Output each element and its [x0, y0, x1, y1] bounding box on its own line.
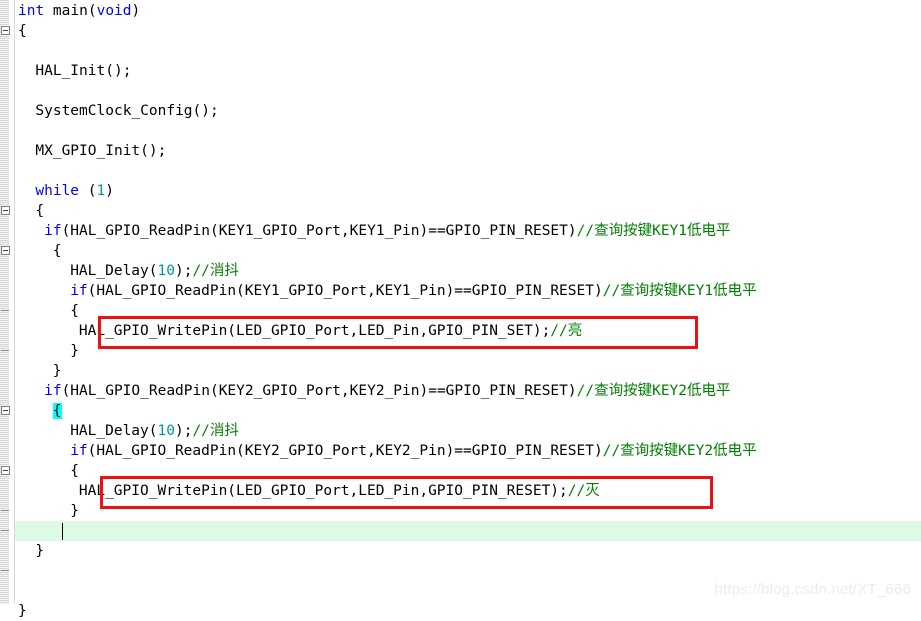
- code-token-plain: }: [70, 343, 79, 359]
- matching-brace-highlight: {: [52, 403, 62, 419]
- code-token-plain: HAL_GPIO_WritePin(LED_GPIO_Port,LED_Pin,…: [78, 483, 568, 499]
- code-line[interactable]: {: [53, 241, 62, 261]
- code-token-plain: {: [70, 303, 79, 319]
- fold-guide-icon: [1, 530, 9, 531]
- code-line[interactable]: {: [70, 301, 79, 321]
- code-line[interactable]: {: [70, 461, 79, 481]
- code-token-plain: );: [174, 263, 193, 279]
- code-token-plain: ): [105, 183, 114, 199]
- code-token-cmt: //灭: [567, 483, 600, 499]
- fold-guide-icon: [1, 510, 9, 511]
- fold-guide-icon: [1, 350, 9, 351]
- code-token-plain: (HAL_GPIO_ReadPin(KEY2_GPIO_Port,KEY2_Pi…: [61, 383, 577, 399]
- fold-guide-icon: [1, 310, 9, 311]
- code-editor[interactable]: int main(void) { HAL_Init(); SystemClock_Co…: [0, 0, 921, 619]
- current-line-highlight: [15, 521, 921, 541]
- fold-collapse-icon[interactable]: [1, 26, 10, 35]
- code-token-plain: }: [18, 603, 27, 619]
- code-token-plain: ): [131, 3, 141, 19]
- code-line[interactable]: }: [53, 361, 62, 381]
- code-token-plain: {: [35, 203, 45, 219]
- code-line[interactable]: }: [70, 341, 79, 361]
- code-token-kw: if: [70, 443, 88, 459]
- code-token-plain: (HAL_GPIO_ReadPin(KEY2_GPIO_Port,KEY2_Pi…: [87, 443, 603, 459]
- code-token-kw: while: [35, 183, 80, 199]
- fold-collapse-icon[interactable]: [1, 246, 10, 255]
- code-line[interactable]: if(HAL_GPIO_ReadPin(KEY1_GPIO_Port,KEY1_…: [70, 281, 756, 301]
- code-line[interactable]: }: [70, 501, 79, 521]
- code-line[interactable]: if(HAL_GPIO_ReadPin(KEY2_GPIO_Port,KEY2_…: [70, 441, 756, 461]
- code-line[interactable]: if(HAL_GPIO_ReadPin(KEY2_GPIO_Port,KEY2_…: [44, 381, 730, 401]
- code-token-plain: (HAL_GPIO_ReadPin(KEY1_GPIO_Port,KEY1_Pi…: [61, 223, 577, 239]
- code-token-plain: }: [52, 363, 62, 379]
- code-token-cmt: //查询按键KEY2低电平: [576, 383, 731, 399]
- code-token-plain: {: [52, 243, 62, 259]
- code-token-cmt: //查询按键KEY1低电平: [576, 223, 731, 239]
- code-token-cmt: //消抖: [192, 423, 239, 439]
- code-line[interactable]: HAL_Delay(10);//消抖: [70, 261, 239, 281]
- code-line[interactable]: if(HAL_GPIO_ReadPin(KEY1_GPIO_Port,KEY1_…: [44, 221, 730, 241]
- code-token-plain: (HAL_GPIO_ReadPin(KEY1_GPIO_Port,KEY1_Pi…: [87, 283, 603, 299]
- code-token-num: 10: [157, 263, 175, 279]
- code-token-num: 1: [96, 183, 106, 199]
- text-caret: [61, 523, 63, 540]
- code-token-kw: if: [44, 223, 62, 239]
- code-line[interactable]: }: [35, 541, 44, 561]
- code-token-plain: (: [79, 183, 97, 199]
- code-token-kw: if: [70, 283, 88, 299]
- code-token-plain: }: [35, 543, 45, 559]
- code-line[interactable]: {: [52, 401, 62, 421]
- code-token-kw: void: [96, 3, 132, 19]
- code-line[interactable]: HAL_Init();: [35, 61, 131, 81]
- code-token-plain: }: [70, 503, 79, 519]
- code-token-kw: if: [44, 383, 62, 399]
- code-token-plain: main(: [44, 3, 97, 19]
- fold-collapse-icon[interactable]: [1, 206, 10, 215]
- code-line[interactable]: HAL_GPIO_WritePin(LED_GPIO_Port,LED_Pin,…: [79, 321, 582, 341]
- code-line[interactable]: {: [18, 21, 27, 41]
- code-line[interactable]: while (1): [35, 181, 114, 201]
- watermark-text: https://blog.csdn.net/XT_666: [714, 581, 911, 598]
- code-token-cmt: //亮: [550, 323, 583, 339]
- code-token-plain: HAL_Delay(: [70, 263, 158, 279]
- code-token-plain: HAL_Delay(: [70, 423, 158, 439]
- code-line[interactable]: HAL_Delay(10);//消抖: [70, 421, 239, 441]
- fold-collapse-icon[interactable]: [1, 406, 10, 415]
- code-line[interactable]: SystemClock_Config();: [35, 101, 218, 121]
- fold-collapse-icon[interactable]: [1, 466, 10, 475]
- code-token-plain: MX_GPIO_Init();: [35, 143, 167, 159]
- code-content-area[interactable]: int main(void) { HAL_Init(); SystemClock_Co…: [0, 0, 921, 619]
- code-token-plain: HAL_GPIO_WritePin(LED_GPIO_Port,LED_Pin,…: [78, 323, 551, 339]
- code-token-num: 10: [157, 423, 175, 439]
- code-token-plain: {: [18, 23, 27, 39]
- fold-guide-icon: [1, 570, 9, 571]
- code-token-plain: HAL_Init();: [35, 63, 132, 79]
- code-token-cmt: //消抖: [192, 263, 239, 279]
- code-line[interactable]: {: [35, 201, 44, 221]
- code-token-plain: {: [70, 463, 79, 479]
- code-line[interactable]: int main(void): [18, 1, 140, 21]
- code-token-plain: SystemClock_Config();: [35, 103, 219, 119]
- code-line[interactable]: MX_GPIO_Init();: [35, 141, 166, 161]
- code-token-plain: );: [174, 423, 193, 439]
- code-line[interactable]: }: [18, 601, 27, 621]
- code-token-kw: int: [18, 3, 45, 19]
- code-token-cmt: //查询按键KEY2低电平: [602, 443, 757, 459]
- code-token-cmt: //查询按键KEY1低电平: [602, 283, 757, 299]
- code-line[interactable]: HAL_GPIO_WritePin(LED_GPIO_Port,LED_Pin,…: [79, 481, 600, 501]
